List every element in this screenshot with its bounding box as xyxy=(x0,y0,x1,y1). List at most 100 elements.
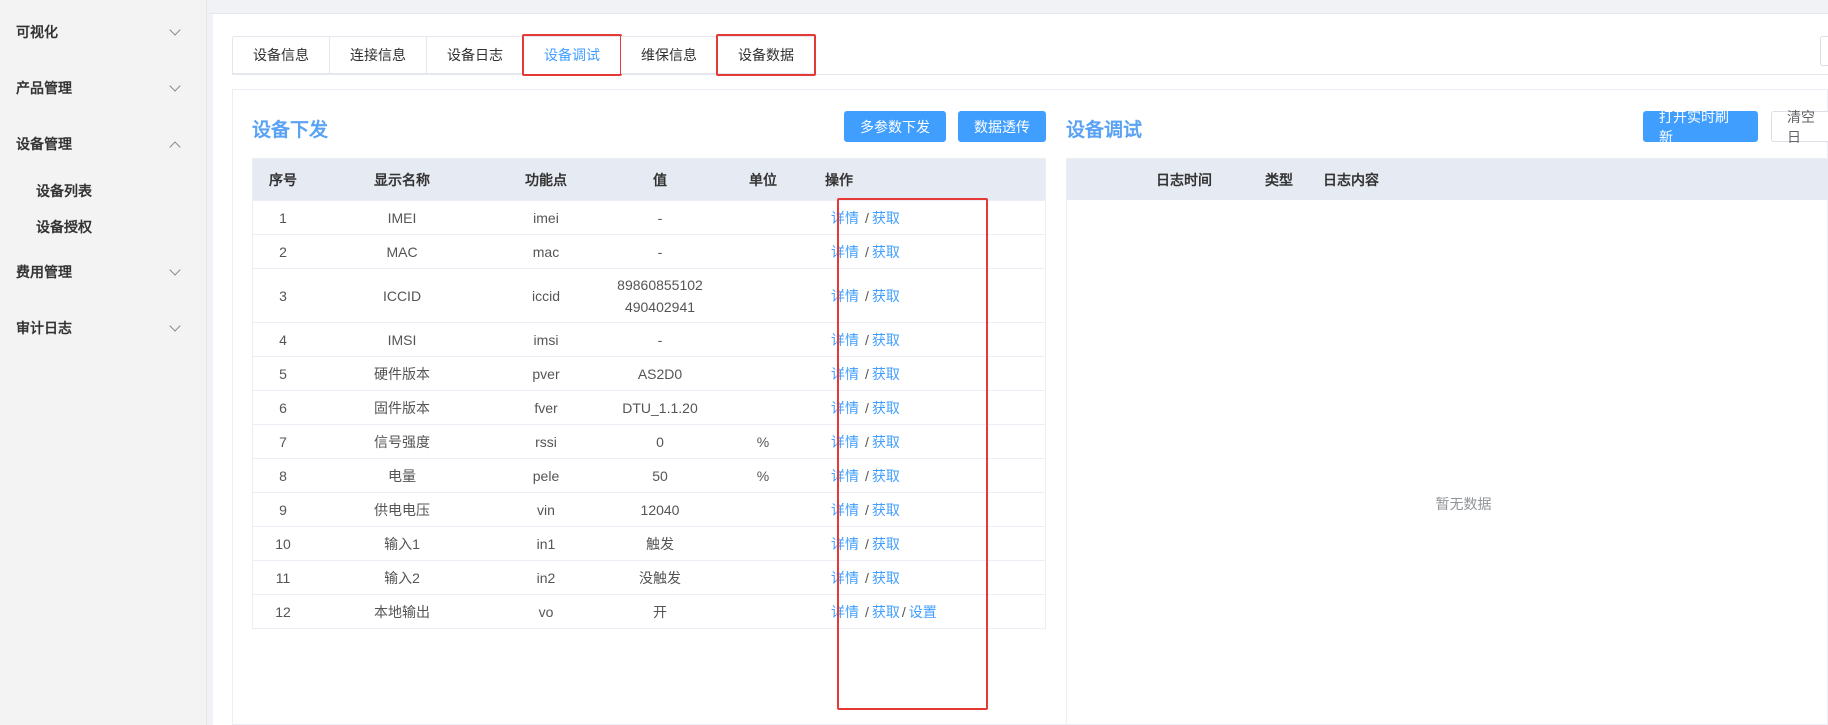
op-separator: / xyxy=(865,209,869,226)
row-no: 12 xyxy=(275,603,291,620)
fetch-link[interactable]: 获取 xyxy=(872,502,900,518)
row-value: - xyxy=(657,331,663,348)
row-value: 触发 xyxy=(646,535,674,552)
row-no: 2 xyxy=(279,243,287,260)
op-separator: / xyxy=(865,243,869,260)
header-key: 功能点 xyxy=(525,171,567,188)
chevron-up-icon xyxy=(169,141,181,153)
op-separator: / xyxy=(865,467,869,484)
row-key: iccid xyxy=(531,287,560,304)
submenu-device-list[interactable]: 设备列表 xyxy=(36,181,92,201)
op-separator: / xyxy=(865,535,869,552)
detail-link[interactable]: 详情 xyxy=(831,502,859,518)
clear-log-button[interactable]: 清空日 xyxy=(1771,109,1828,145)
fetch-link[interactable]: 获取 xyxy=(872,288,900,304)
table-row: 10 输入1 in1 触发 详情 / 获取 xyxy=(253,526,1045,560)
detail-link[interactable]: 详情 xyxy=(831,434,859,450)
row-key: imsi xyxy=(533,331,559,348)
row-ops: 详情 / 获取 / 设置 xyxy=(807,602,1045,622)
chevron-down-icon xyxy=(169,264,181,276)
menu-label: 产品管理 xyxy=(16,80,72,96)
passthrough-button[interactable]: 数据透传 xyxy=(958,111,1046,142)
detail-link[interactable]: 详情 xyxy=(831,468,859,484)
detail-link[interactable]: 详情 xyxy=(831,604,859,620)
realtime-refresh-button[interactable]: 打开实时刷新 xyxy=(1643,109,1758,145)
fetch-link[interactable]: 获取 xyxy=(872,244,900,260)
row-ops: 详情 / 获取 xyxy=(807,330,1045,350)
section-title-downlink: 设备下发 xyxy=(252,120,329,141)
fetch-link[interactable]: 获取 xyxy=(872,604,900,620)
row-name: 供电电压 xyxy=(374,501,430,518)
tab-connection-info[interactable]: 连接信息 xyxy=(330,36,427,74)
row-value: 89860855102 490402941 xyxy=(617,276,703,315)
detail-link[interactable]: 详情 xyxy=(831,244,859,260)
row-no: 9 xyxy=(279,501,287,518)
tab-device-log[interactable]: 设备日志 xyxy=(427,36,524,74)
set-link[interactable]: 设置 xyxy=(909,604,937,620)
detail-link[interactable]: 详情 xyxy=(831,210,859,226)
row-key: rssi xyxy=(535,433,557,450)
row-name: 信号强度 xyxy=(374,433,430,450)
table-row: 5 硬件版本 pver AS2D0 详情 / 获取 xyxy=(253,356,1045,390)
sidebar: 可视化 产品管理 设备管理 设备列表 设备授权 费用管理 审计日志 xyxy=(0,0,207,725)
row-name: 电量 xyxy=(388,467,416,484)
fetch-link[interactable]: 获取 xyxy=(872,468,900,484)
row-unit: % xyxy=(756,467,770,484)
row-key: imei xyxy=(533,209,559,226)
detail-link[interactable]: 详情 xyxy=(831,366,859,382)
tab-device-info[interactable]: 设备信息 xyxy=(232,36,330,74)
tab-maintenance-info[interactable]: 维保信息 xyxy=(621,36,718,74)
row-no: 10 xyxy=(275,535,291,552)
row-name: IMSI xyxy=(387,331,417,348)
table-row: 3 ICCID iccid 89860855102 490402941 详情 / 获取 xyxy=(253,268,1045,322)
row-ops: 详情 / 获取 xyxy=(807,286,1045,306)
row-no: 5 xyxy=(279,365,287,382)
detail-link[interactable]: 详情 xyxy=(831,400,859,416)
header-ops: 操作 xyxy=(825,171,853,188)
fetch-link[interactable]: 获取 xyxy=(872,536,900,552)
row-name: ICCID xyxy=(382,287,422,304)
fetch-link[interactable]: 获取 xyxy=(872,332,900,348)
multi-param-button[interactable]: 多参数下发 xyxy=(844,111,946,142)
detail-link[interactable]: 详情 xyxy=(831,536,859,552)
menu-product-management[interactable]: 产品管理 xyxy=(0,60,207,116)
fetch-link[interactable]: 获取 xyxy=(872,434,900,450)
menu-visualization[interactable]: 可视化 xyxy=(0,4,207,60)
row-key: vo xyxy=(538,603,554,620)
toolbar-input-box[interactable] xyxy=(1820,36,1828,66)
header-log-content: 日志内容 xyxy=(1323,171,1379,188)
row-key: mac xyxy=(532,243,560,260)
submenu-device-auth[interactable]: 设备授权 xyxy=(36,217,92,237)
fetch-link[interactable]: 获取 xyxy=(872,366,900,382)
op-separator: / xyxy=(865,603,869,620)
row-name: IMEI xyxy=(387,209,417,226)
menu-audit-log[interactable]: 审计日志 xyxy=(0,300,207,356)
row-key: fver xyxy=(534,399,558,416)
row-name: 输入2 xyxy=(384,569,420,586)
menu-device-management[interactable]: 设备管理 xyxy=(0,116,207,172)
fetch-link[interactable]: 获取 xyxy=(872,210,900,226)
row-key: pele xyxy=(532,467,560,484)
debug-log-table: 日志时间 类型 日志内容 xyxy=(1066,158,1828,725)
op-separator: / xyxy=(865,365,869,382)
op-separator: / xyxy=(865,501,869,518)
fetch-link[interactable]: 获取 xyxy=(872,570,900,586)
row-ops: 详情 / 获取 xyxy=(807,398,1045,418)
row-value: 12040 xyxy=(640,501,680,518)
row-name: 输入1 xyxy=(384,535,420,552)
detail-link[interactable]: 详情 xyxy=(831,332,859,348)
op-separator: / xyxy=(865,569,869,586)
tab-device-data[interactable]: 设备数据 xyxy=(716,34,816,76)
row-no: 11 xyxy=(275,569,291,586)
row-ops: 详情 / 获取 xyxy=(807,432,1045,452)
fetch-link[interactable]: 获取 xyxy=(872,400,900,416)
header-value: 值 xyxy=(653,171,667,188)
row-name: 本地输出 xyxy=(374,603,430,620)
detail-link[interactable]: 详情 xyxy=(831,288,859,304)
row-key: pver xyxy=(532,365,560,382)
menu-cost-management[interactable]: 费用管理 xyxy=(0,244,207,300)
row-ops: 详情 / 获取 xyxy=(807,534,1045,554)
detail-link[interactable]: 详情 xyxy=(831,570,859,586)
tab-device-debug[interactable]: 设备调试 xyxy=(522,34,622,76)
op-separator: / xyxy=(865,433,869,450)
